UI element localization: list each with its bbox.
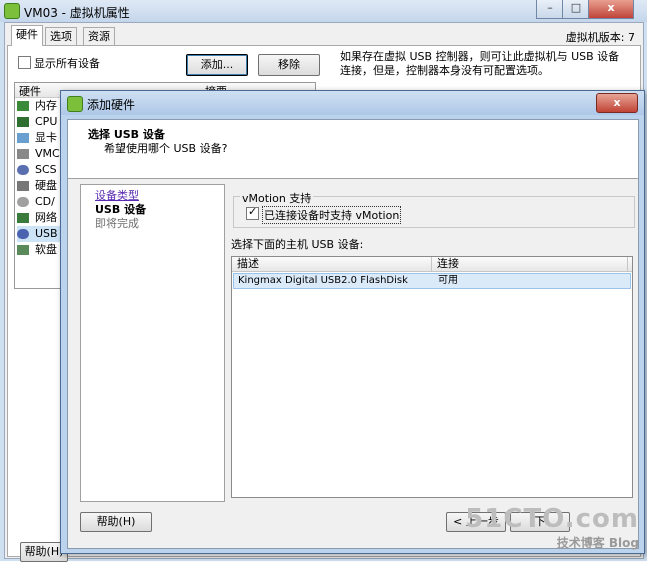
cd-dvd-icon — [17, 197, 29, 207]
watermark-site: 51CTO.com — [465, 504, 639, 534]
vmotion-checkbox[interactable] — [246, 205, 259, 220]
minimize-button[interactable]: – — [536, 0, 564, 19]
wizard-steps: 设备类型 USB 设备 即将完成 — [80, 184, 225, 502]
cpu-icon — [17, 117, 29, 127]
usb-table-header: 描述 连接 — [232, 257, 632, 272]
network-icon — [17, 213, 29, 223]
tab-resources[interactable]: 资源 — [83, 27, 115, 46]
remove-button[interactable]: 移除 — [258, 54, 320, 76]
usb-device-connection: 可用 — [438, 275, 458, 286]
vmci-icon — [17, 149, 29, 159]
show-all-devices-checkbox[interactable] — [18, 56, 31, 69]
usb-controller-icon — [17, 229, 29, 239]
show-all-devices-label: 显示所有设备 — [34, 57, 100, 70]
dialog-header: 选择 USB 设备 希望使用哪个 USB 设备? — [68, 120, 638, 179]
column-connection[interactable]: 连接 — [432, 257, 628, 271]
tab-hardware[interactable]: 硬件 — [11, 25, 43, 46]
page-subtitle: 希望使用哪个 USB 设备? — [104, 142, 228, 155]
tab-options[interactable]: 选项 — [45, 27, 77, 46]
memory-icon — [17, 101, 29, 111]
vmotion-group-legend: vMotion 支持 — [240, 190, 314, 206]
floppy-icon — [17, 245, 29, 255]
dialog-app-icon — [67, 96, 83, 112]
vmotion-support-group: vMotion 支持 已连接设备时支持 vMotion — [233, 190, 635, 228]
dialog-close-button[interactable]: x — [596, 93, 638, 113]
hardware-column-header[interactable]: 硬件 — [19, 83, 41, 99]
scsi-icon — [17, 165, 29, 175]
title-bar: VM03 - 虚拟机属性 – □ x — [0, 0, 647, 22]
watermark: 51CTO.com 技术博客 Blog — [465, 504, 639, 551]
dialog-title-bar: 添加硬件 x — [61, 91, 644, 115]
vm-version-label: 虚拟机版本: 7 — [565, 31, 635, 44]
dialog-title: 添加硬件 — [87, 98, 136, 112]
display-icon — [17, 133, 29, 143]
column-description[interactable]: 描述 — [232, 257, 432, 271]
usb-device-pane: vMotion 支持 已连接设备时支持 vMotion 选择下面的主机 USB … — [227, 184, 637, 500]
vmotion-checkbox-label[interactable]: 已连接设备时支持 vMotion — [262, 206, 402, 224]
usb-device-description: Kingmax Digital USB2.0 FlashDisk — [238, 275, 408, 286]
add-hardware-dialog: 添加硬件 x 选择 USB 设备 希望使用哪个 USB 设备? 设备类型 USB… — [60, 90, 645, 554]
step-ready-to-complete: 即将完成 — [95, 217, 139, 230]
watermark-blog: 技术博客 Blog — [556, 536, 639, 550]
hard-disk-icon — [17, 181, 29, 191]
maximize-button[interactable]: □ — [562, 0, 590, 19]
host-usb-label: 选择下面的主机 USB 设备: — [231, 238, 364, 251]
window-title: VM03 - 虚拟机属性 — [24, 6, 130, 20]
close-button[interactable]: x — [588, 0, 634, 19]
table-row[interactable]: Kingmax Digital USB2.0 FlashDisk 可用 — [233, 273, 631, 289]
host-usb-device-table: 描述 连接 Kingmax Digital USB2.0 FlashDisk 可… — [231, 256, 633, 498]
usb-controller-info: 如果存在虚拟 USB 控制器，则可让此虚拟机与 USB 设备连接，但是，控制器本… — [340, 50, 620, 77]
help-button[interactable]: 帮助(H) — [80, 512, 152, 532]
vm-icon — [4, 3, 20, 19]
dialog-content: 选择 USB 设备 希望使用哪个 USB 设备? 设备类型 USB 设备 即将完… — [67, 119, 639, 549]
add-button[interactable]: 添加... — [186, 54, 248, 76]
